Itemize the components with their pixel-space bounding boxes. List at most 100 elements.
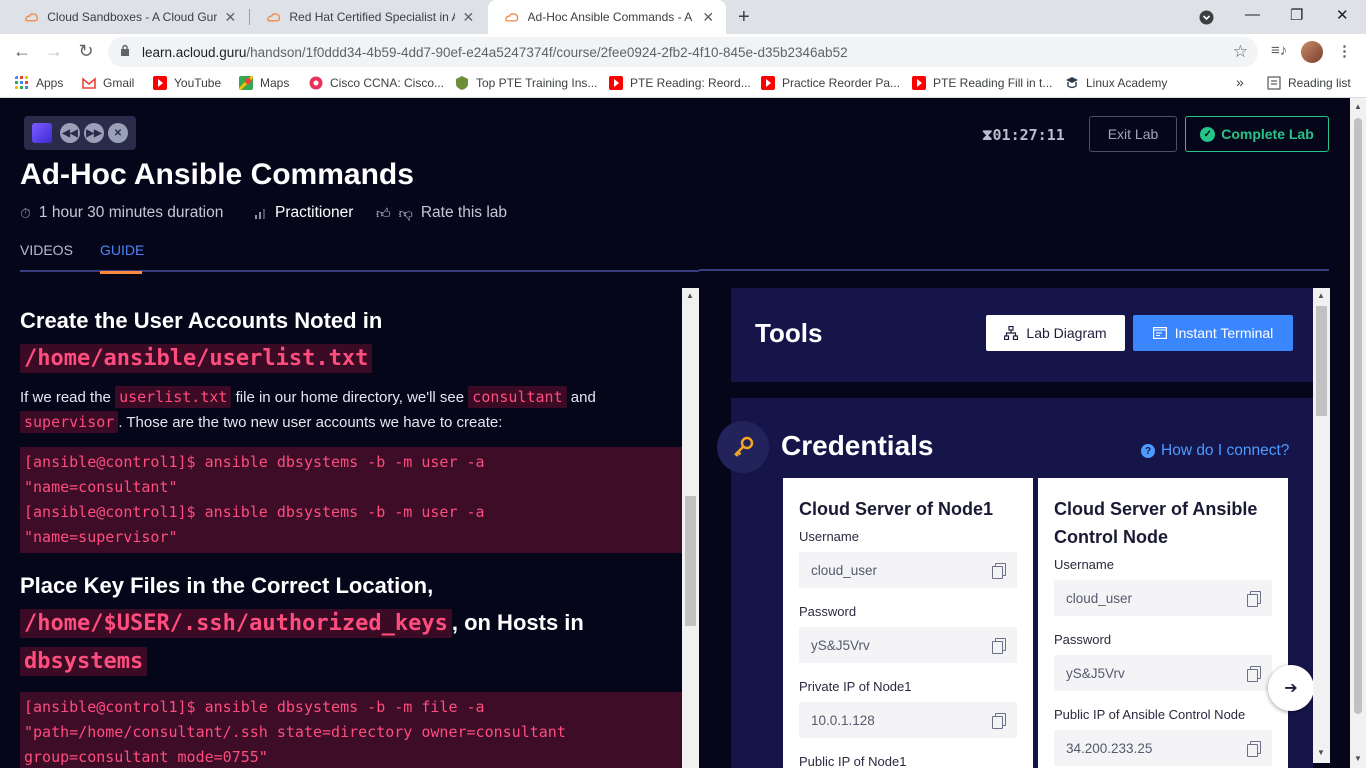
url-text: learn.acloud.guru/handson/1f0ddd34-4b59-…: [142, 45, 848, 60]
bookmark-label: Apps: [36, 76, 64, 90]
close-icon[interactable]: ✕: [461, 9, 476, 26]
code-block[interactable]: [ansible@control1]$ ansible dbsystems -b…: [20, 447, 682, 553]
lab-diagram-button[interactable]: Lab Diagram: [986, 315, 1125, 351]
minimize-icon[interactable]: —: [1245, 6, 1260, 23]
copy-icon[interactable]: [1247, 740, 1261, 757]
inline-code: consultant: [468, 386, 567, 408]
scrollbar-thumb[interactable]: [1316, 306, 1327, 416]
close-player-icon[interactable]: ✕: [108, 123, 128, 143]
tab-search-icon[interactable]: [1199, 10, 1214, 25]
code-line: [ansible@control1]$ ansible dbsystems -b…: [24, 503, 485, 521]
bookmark-label: Cisco CCNA: Cisco...: [330, 76, 445, 90]
bookmarks-bar: Apps Gmail YouTube Maps Cisco CCNA: Cisc…: [0, 70, 1366, 98]
copy-icon[interactable]: [992, 712, 1006, 729]
bookmark-practice-reorder[interactable]: Practice Reorder Pa...: [761, 76, 900, 90]
browser-tab-adhoc-ansible[interactable]: Ad-Hoc Ansible Commands - A C ✕: [488, 0, 726, 34]
back-icon[interactable]: ←: [11, 41, 33, 62]
bookmark-maps[interactable]: Maps: [239, 76, 289, 90]
bookmark-youtube[interactable]: YouTube: [153, 76, 221, 90]
inline-code: supervisor: [20, 411, 119, 433]
password-field[interactable]: yS&J5Vrv: [799, 627, 1017, 663]
copy-icon[interactable]: [992, 637, 1006, 654]
complete-lab-button[interactable]: ✓ Complete Lab: [1185, 116, 1329, 152]
code-block[interactable]: [ansible@control1]$ ansible dbsystems -b…: [20, 692, 682, 768]
close-icon[interactable]: ✕: [700, 9, 716, 26]
address-bar[interactable]: learn.acloud.guru/handson/1f0ddd34-4b59-…: [108, 37, 1258, 67]
password-field[interactable]: yS&J5Vrv: [1054, 655, 1272, 691]
bookmark-pte-training[interactable]: Top PTE Training Ins...: [455, 76, 597, 90]
reading-list-button[interactable]: Reading list: [1267, 76, 1351, 90]
copy-icon[interactable]: [1247, 590, 1261, 607]
guide-scrollbar[interactable]: ▲: [682, 288, 699, 768]
bookmark-label: Top PTE Training Ins...: [476, 76, 598, 90]
rate-text: Rate this lab: [420, 204, 508, 221]
window-close-icon[interactable]: ✕: [1336, 6, 1349, 24]
scroll-up-arrow-icon[interactable]: ▲: [1317, 291, 1325, 300]
close-icon[interactable]: ✕: [223, 9, 238, 26]
youtube-icon: [153, 76, 167, 90]
code-line: "name=supervisor": [24, 528, 178, 546]
youtube-icon: [761, 76, 775, 90]
scroll-down-arrow-icon[interactable]: ▼: [1354, 754, 1362, 763]
tab-videos[interactable]: VIDEOS: [20, 242, 73, 258]
thumbs-up-icon[interactable]: 👍︎: [376, 205, 391, 222]
forward-icon[interactable]: →: [43, 41, 65, 62]
exit-lab-button[interactable]: Exit Lab: [1089, 116, 1177, 152]
scroll-up-arrow-icon[interactable]: ▲: [686, 291, 694, 300]
how-do-i-connect-link[interactable]: ? How do I connect?: [1141, 442, 1289, 460]
youtube-icon: [912, 76, 926, 90]
bookmark-gmail[interactable]: Gmail: [82, 76, 134, 90]
browser-tab-redhat[interactable]: Red Hat Certified Specialist in An ✕: [250, 0, 486, 34]
scroll-down-arrow-icon[interactable]: ▼: [1317, 748, 1325, 757]
field-label: Public IP of Node1: [799, 754, 907, 768]
bookmark-star-icon[interactable]: ☆: [1233, 42, 1248, 62]
tab-guide[interactable]: GUIDE: [100, 242, 144, 258]
lab-diagram-label: Lab Diagram: [1026, 325, 1107, 341]
lab-timer: ⧗01:27:11: [982, 126, 1065, 144]
bookmark-cisco[interactable]: Cisco CCNA: Cisco...: [309, 76, 444, 90]
bookmark-label: Gmail: [103, 76, 135, 90]
tab-title: Red Hat Certified Specialist in An: [289, 10, 455, 24]
bookmarks-overflow-button[interactable]: »: [1236, 74, 1244, 90]
restore-icon[interactable]: ❐: [1290, 6, 1303, 24]
browser-tabstrip: Cloud Sandboxes - A Cloud Guru ✕ Red Hat…: [0, 0, 1366, 34]
bookmark-label: PTE Reading: Reord...: [630, 76, 751, 90]
instant-terminal-button[interactable]: Instant Terminal: [1133, 315, 1293, 351]
more-menu-icon[interactable]: ⋮: [1337, 42, 1352, 60]
new-tab-button[interactable]: +: [738, 6, 750, 29]
media-control-icon[interactable]: ≡♪: [1271, 42, 1287, 59]
tools-panel: Tools Lab Diagram Instant Terminal: [731, 288, 1313, 382]
private-ip-field[interactable]: 10.0.1.128: [799, 702, 1017, 738]
bookmark-apps[interactable]: Apps: [15, 76, 63, 90]
acloudguru-logo-icon[interactable]: [32, 123, 52, 143]
thumbs-down-icon[interactable]: 👎︎: [399, 205, 413, 222]
reload-icon[interactable]: ↻: [75, 41, 97, 62]
public-ip-field[interactable]: 34.200.233.25: [1054, 730, 1272, 766]
page-scrollbar[interactable]: ▲ ▼: [1350, 98, 1366, 768]
bookmark-pte-reading-reorder[interactable]: PTE Reading: Reord...: [609, 76, 751, 90]
copy-icon[interactable]: [992, 562, 1006, 579]
bookmark-pte-fill[interactable]: PTE Reading Fill in t...: [912, 76, 1052, 90]
profile-avatar[interactable]: [1301, 41, 1323, 63]
username-field[interactable]: cloud_user: [1054, 580, 1272, 616]
acloudguru-icon: [25, 13, 38, 22]
rewind-icon[interactable]: ◀◀: [60, 123, 80, 143]
scrollbar-thumb[interactable]: [1354, 118, 1362, 714]
stopwatch-icon: ⏱: [20, 204, 31, 221]
browser-tab-cloud-sandboxes[interactable]: Cloud Sandboxes - A Cloud Guru ✕: [8, 0, 248, 34]
copy-icon[interactable]: [1247, 665, 1261, 682]
scroll-up-arrow-icon[interactable]: ▲: [1354, 102, 1362, 111]
paragraph-text: . Those are the two new user accounts we…: [118, 414, 503, 431]
credential-card-node1: Cloud Server of Node1 Username cloud_use…: [783, 478, 1033, 768]
tabs-divider: [699, 269, 1329, 271]
fast-forward-icon[interactable]: ▶▶: [84, 123, 104, 143]
tools-scrollbar[interactable]: ▲ ▼: [1313, 288, 1330, 763]
credentials-title: Credentials: [781, 430, 934, 461]
carousel-next-button[interactable]: ➔: [1268, 665, 1314, 711]
username-field[interactable]: cloud_user: [799, 552, 1017, 588]
bookmark-linux-academy[interactable]: Linux Academy: [1065, 76, 1167, 90]
scrollbar-thumb[interactable]: [685, 496, 696, 626]
pte-icon: [456, 76, 468, 90]
bookmark-label: YouTube: [174, 76, 222, 90]
hourglass-icon: ⧗: [982, 126, 993, 144]
